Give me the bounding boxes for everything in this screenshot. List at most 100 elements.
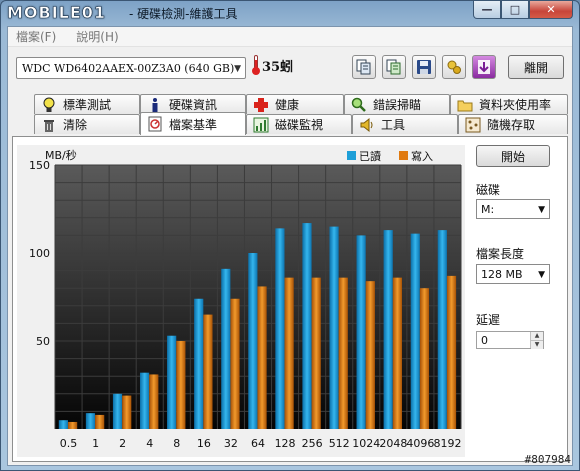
disk-label: 磁碟 [476, 183, 501, 197]
write-bar [122, 395, 132, 429]
legend-swatch [347, 151, 356, 160]
speaker-icon [359, 117, 375, 133]
read-bar [383, 230, 393, 429]
tab-label: 清除 [63, 118, 88, 132]
monitor-icon [253, 117, 269, 133]
save-button[interactable] [412, 55, 436, 79]
file-benchmark-panel: 50 100 150 MB/秒 0.5 1 2 4 8 16 32 64 128 256 512 1024 20… [12, 136, 568, 462]
read-bar [85, 413, 96, 429]
x-tick-label: 64 [251, 437, 265, 450]
x-tick-label: 2048 [379, 437, 407, 450]
window-title: - 硬碟檢測-維護工具 [129, 7, 238, 21]
read-bar [329, 226, 339, 429]
write-bar [446, 275, 457, 429]
watermark: #807984 [524, 453, 571, 466]
close-button[interactable]: ✕ [529, 1, 573, 19]
trash-icon [41, 117, 57, 133]
minimize-button[interactable]: — [473, 1, 501, 19]
menu-help[interactable]: 說明(H) [76, 28, 118, 45]
app-logo: MOBILE01 [7, 3, 106, 23]
tab-folder-usage[interactable]: 資料夾使用率 [450, 94, 568, 114]
write-bar [176, 341, 186, 429]
menu-bar: 檔案(F) 說明(H) [8, 27, 572, 47]
x-tick-label: 4096 [406, 437, 434, 450]
spinner-buttons: ▲ ▼ [530, 332, 543, 349]
x-tick-label: 256 [302, 437, 323, 450]
thermometer-icon [252, 55, 260, 75]
maximize-button[interactable]: □ [501, 1, 529, 19]
legend-label: 已讀 [359, 149, 381, 163]
legend-label: 寫入 [411, 149, 433, 163]
tab-standard-test[interactable]: 標準測試 [34, 94, 140, 114]
toolbar: WDC WD6402AAEX-00Z3A0 (640 GB) ▼ 35蚓 離開 [8, 49, 572, 85]
delay-label: 延遲 [476, 313, 501, 327]
info-icon [147, 97, 163, 113]
read-bar [58, 420, 68, 429]
tab-label: 硬碟資訊 [169, 98, 218, 112]
start-button[interactable]: 開始 [476, 145, 550, 167]
x-tick-label: 8192 [433, 437, 461, 450]
chevron-down-icon: ▼ [538, 205, 545, 215]
options-icon [447, 60, 461, 74]
down-arrow-icon [478, 60, 490, 74]
write-bar [203, 314, 213, 429]
client-area: 檔案(F) 說明(H) WDC WD6402AAEX-00Z3A0 (640 G… [7, 26, 573, 466]
tab-erase[interactable]: 清除 [34, 114, 140, 134]
save-icon [417, 60, 431, 74]
caption-buttons: — □ ✕ [473, 1, 573, 19]
tab-label: 工具 [381, 118, 406, 132]
write-bar [95, 414, 105, 429]
drive-select[interactable]: WDC WD6402AAEX-00Z3A0 (640 GB) ▼ [16, 57, 246, 79]
health-cross-icon [253, 97, 269, 113]
title-bar[interactable]: MOBILE01 - 硬碟檢測-維護工具 — □ ✕ [1, 1, 579, 25]
options-button[interactable] [442, 55, 466, 79]
chevron-down-icon: ▼ [538, 270, 545, 280]
delay-spinner[interactable]: 0 ▲ ▼ [476, 331, 544, 349]
tab-tools[interactable]: 工具 [352, 114, 458, 134]
tab-disk-info[interactable]: 硬碟資訊 [140, 94, 246, 114]
tab-label: 健康 [275, 98, 300, 112]
exit-button[interactable]: 離開 [508, 55, 564, 79]
file-length-label: 檔案長度 [476, 247, 525, 261]
read-bar [112, 393, 123, 429]
x-tick-label: 128 [275, 437, 296, 450]
spin-up-button[interactable]: ▲ [531, 332, 543, 341]
bulb-icon [41, 97, 57, 113]
copy-button[interactable] [352, 55, 376, 79]
tab-label: 錯誤掃瞄 [373, 98, 422, 112]
download-button[interactable] [472, 55, 496, 79]
temperature-value: 35蚓 [262, 59, 294, 75]
write-bar [392, 277, 402, 429]
read-bar [167, 335, 177, 429]
write-bar [311, 277, 321, 429]
drive-select-value: WDC WD6402AAEX-00Z3A0 (640 GB) [22, 61, 235, 75]
tab-label: 檔案基準 [169, 117, 218, 132]
file-length-select[interactable]: 128 MB ▼ [476, 264, 550, 284]
tab-disk-monitor[interactable]: 磁碟監視 [246, 114, 352, 134]
temperature-display: 35蚓 [252, 55, 293, 75]
tab-random-access[interactable]: 隨機存取 [458, 114, 568, 134]
tab-label: 資料夾使用率 [479, 98, 552, 112]
tab-file-benchmark[interactable]: 檔案基準 [140, 112, 246, 135]
tab-label: 磁碟監視 [275, 118, 324, 132]
copy-icon [356, 59, 371, 75]
x-tick-label: 8 [173, 437, 180, 450]
spin-down-button[interactable]: ▼ [531, 341, 543, 349]
tab-error-scan[interactable]: 錯誤掃瞄 [344, 94, 450, 114]
x-tick-label: 16 [197, 437, 211, 450]
tab-health[interactable]: 健康 [246, 94, 344, 114]
menu-file[interactable]: 檔案(F) [16, 28, 56, 45]
folder-icon [457, 97, 473, 113]
file-benchmark-icon [147, 116, 163, 132]
chart-svg: 50100150MB/秒0.5 1 2 4 8 16 32 64 128 256 512 1024 20… [17, 145, 465, 457]
read-bar [221, 268, 231, 429]
write-bar [419, 288, 430, 429]
x-tick-label: 1 [92, 437, 99, 450]
chevron-down-icon: ▼ [234, 64, 241, 74]
x-tick-label: 0.5 [60, 437, 78, 450]
copy-text-button[interactable] [382, 55, 406, 79]
read-bar [356, 235, 366, 429]
tab-label: 隨機存取 [487, 118, 536, 132]
disk-select[interactable]: M: ▼ [476, 199, 550, 219]
tab-label: 標準測試 [63, 98, 112, 112]
